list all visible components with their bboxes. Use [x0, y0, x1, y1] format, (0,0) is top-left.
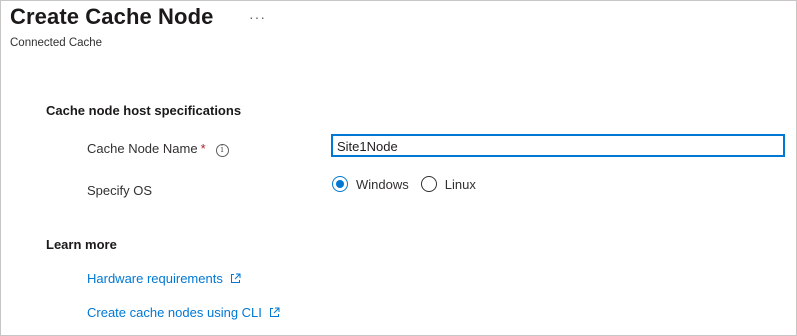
external-link-icon: [269, 307, 280, 317]
cache-node-name-label: Cache Node Name * i: [87, 141, 229, 157]
os-radio-windows[interactable]: Windows: [332, 176, 409, 192]
link-create-cache-nodes-cli[interactable]: Create cache nodes using CLI: [87, 305, 280, 320]
page-title: Create Cache Node: [10, 4, 214, 29]
os-radio-windows-label: Windows: [356, 176, 409, 192]
link-create-cache-nodes-cli-label[interactable]: Create cache nodes using CLI: [87, 305, 262, 320]
section-heading-host-specs: Cache node host specifications: [46, 103, 242, 118]
more-options-button[interactable]: ···: [249, 9, 266, 25]
external-link-icon: [230, 273, 241, 283]
os-radio-linux-label: Linux: [444, 176, 476, 192]
specify-os-label: Specify OS: [87, 183, 153, 198]
radio-selected-icon[interactable]: [332, 176, 348, 192]
page-subtitle: Connected Cache: [10, 37, 103, 49]
link-hardware-requirements-label[interactable]: Hardware requirements: [87, 271, 223, 286]
cache-node-name-input[interactable]: [332, 135, 784, 156]
os-radio-linux[interactable]: Linux: [420, 176, 476, 192]
radio-unselected-icon[interactable]: [420, 176, 437, 192]
os-radio-group: Windows Linux: [332, 176, 488, 192]
link-hardware-requirements[interactable]: Hardware requirements: [87, 271, 241, 286]
section-heading-learn-more: Learn more: [46, 237, 117, 252]
cache-node-name-label-text: Cache Node Name: [87, 141, 198, 156]
info-icon[interactable]: i: [215, 144, 229, 157]
required-asterisk: *: [200, 141, 206, 156]
